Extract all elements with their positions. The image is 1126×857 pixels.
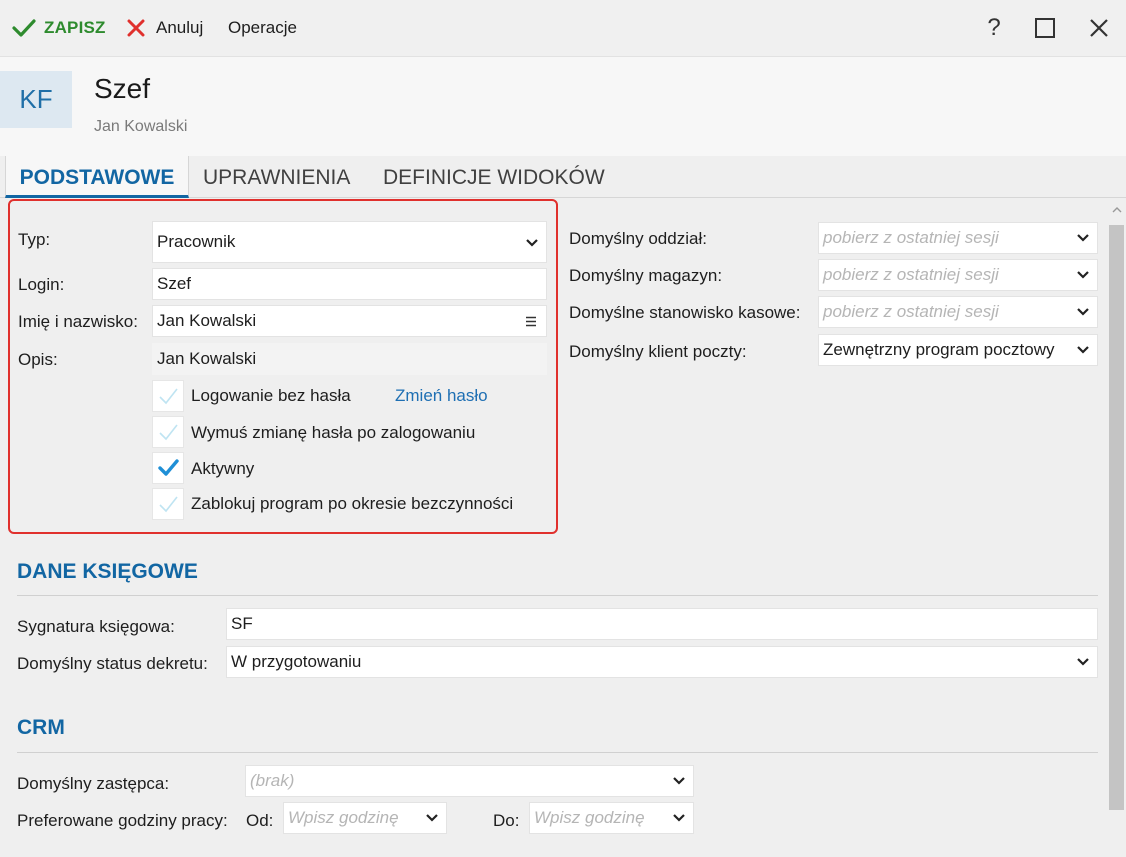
maximize-button[interactable] <box>1031 14 1059 42</box>
hamburger-icon[interactable] <box>525 316 537 327</box>
deputy-select[interactable]: (brak) <box>245 765 694 797</box>
to-hour-select[interactable]: Wpisz godzinę <box>529 802 694 834</box>
close-x-icon <box>127 19 145 37</box>
cancel-button[interactable]: Anuluj <box>126 16 203 40</box>
checkmark-icon <box>158 459 179 476</box>
from-hour-placeholder: Wpisz godzinę <box>288 808 399 827</box>
default-warehouse-placeholder: pobierz z ostatniej sesji <box>823 265 999 284</box>
chevron-down-icon <box>673 777 685 785</box>
type-label: Typ: <box>18 230 51 249</box>
checkbox-label: Logowanie bez hasła <box>191 386 351 405</box>
tab-bar: PODSTAWOWE UPRAWNIENIA DEFINICJE WIDOKÓW <box>0 156 1126 198</box>
checkbox-label: Zablokuj program po okresie bezczynności <box>191 494 514 513</box>
login-value: Szef <box>157 274 192 293</box>
tab-definicje-widokow[interactable]: DEFINICJE WIDOKÓW <box>383 156 605 198</box>
from-label: Od: <box>246 811 274 830</box>
default-warehouse-label: Domyślny magazyn: <box>569 266 723 285</box>
tab-uprawnienia[interactable]: UPRAWNIENIA <box>203 156 350 198</box>
section-title-crm: CRM <box>17 716 65 739</box>
login-label: Login: <box>18 275 65 294</box>
toolbar: ZAPISZ Anuluj Operacje ? <box>0 0 1126 57</box>
checkmark-light-icon <box>159 496 178 513</box>
operations-label: Operacje <box>228 18 297 37</box>
scroll-up-arrow-icon[interactable] <box>1111 204 1123 216</box>
description-value: Jan Kowalski <box>157 349 257 368</box>
name-input[interactable]: Jan Kowalski <box>152 305 547 337</box>
default-till-label: Domyślne stanowisko kasowe: <box>569 303 801 322</box>
checkbox-lock-on-idle[interactable] <box>152 488 184 520</box>
record-header: KF Szef Jan Kowalski <box>0 57 1126 156</box>
checkbox-label: Wymuś zmianę hasła po zalogowaniu <box>191 423 476 442</box>
decree-status-value: W przygotowaniu <box>231 652 362 671</box>
checkbox-force-password-change[interactable] <box>152 416 184 448</box>
change-password-link[interactable]: Zmień hasło <box>395 386 488 406</box>
chevron-down-icon <box>1077 234 1089 242</box>
name-label: Imię i nazwisko: <box>18 312 138 331</box>
save-label: ZAPISZ <box>44 18 106 37</box>
from-hour-select[interactable]: Wpisz godzinę <box>283 802 447 834</box>
tab-podstawowe[interactable]: PODSTAWOWE <box>5 156 189 198</box>
close-window-button[interactable] <box>1085 14 1113 42</box>
signature-value: SF <box>231 614 253 633</box>
help-icon: ? <box>987 14 1001 41</box>
description-field: Jan Kowalski <box>152 343 547 375</box>
chevron-down-icon <box>526 239 538 247</box>
work-hours-label: Preferowane godziny pracy: <box>17 811 228 830</box>
checkbox-label: Aktywny <box>191 459 255 478</box>
chevron-down-icon <box>1077 308 1089 316</box>
maximize-icon <box>1035 18 1055 38</box>
signature-input[interactable]: SF <box>226 608 1098 640</box>
chevron-down-icon <box>673 814 685 822</box>
description-label: Opis: <box>18 350 58 369</box>
login-input[interactable]: Szef <box>152 268 547 300</box>
page-title: Szef <box>94 73 151 104</box>
to-label: Do: <box>493 811 520 830</box>
help-button[interactable]: ? <box>980 14 1008 42</box>
operations-menu[interactable]: Operacje <box>228 16 297 40</box>
deputy-placeholder: (brak) <box>250 771 295 790</box>
chevron-down-icon <box>1077 346 1089 354</box>
default-till-select[interactable]: pobierz z ostatniej sesji <box>818 296 1098 328</box>
default-branch-select[interactable]: pobierz z ostatniej sesji <box>818 222 1098 254</box>
avatar: KF <box>0 71 72 128</box>
default-mail-client-value: Zewnętrzny program pocztowy <box>823 340 1055 359</box>
name-value: Jan Kowalski <box>157 311 257 330</box>
section-divider <box>17 595 1098 596</box>
scrollbar-thumb[interactable] <box>1109 225 1124 810</box>
chevron-down-icon <box>426 814 438 822</box>
section-title-accounting: DANE KSIĘGOWE <box>17 560 198 583</box>
type-select[interactable]: Pracownik <box>152 221 547 263</box>
close-icon <box>1090 19 1108 37</box>
default-branch-placeholder: pobierz z ostatniej sesji <box>823 228 999 247</box>
decree-status-select[interactable]: W przygotowaniu <box>226 646 1098 678</box>
default-mail-client-select[interactable]: Zewnętrzny program pocztowy <box>818 334 1098 366</box>
checkmark-light-icon <box>159 424 178 441</box>
decree-status-label: Domyślny status dekretu: <box>17 654 208 673</box>
type-value: Pracownik <box>157 232 236 251</box>
page-subtitle: Jan Kowalski <box>94 118 188 135</box>
checkbox-login-without-password[interactable] <box>152 380 184 412</box>
save-button[interactable]: ZAPISZ <box>12 16 106 40</box>
cancel-label: Anuluj <box>156 18 204 37</box>
chevron-down-icon <box>1077 658 1089 666</box>
checkmark-icon <box>12 19 36 37</box>
chevron-down-icon <box>1077 271 1089 279</box>
signature-label: Sygnatura księgowa: <box>17 617 175 636</box>
deputy-label: Domyślny zastępca: <box>17 774 170 793</box>
default-mail-client-label: Domyślny klient poczty: <box>569 342 747 361</box>
default-branch-label: Domyślny oddział: <box>569 229 707 248</box>
default-till-placeholder: pobierz z ostatniej sesji <box>823 302 999 321</box>
checkmark-light-icon <box>159 388 178 405</box>
default-warehouse-select[interactable]: pobierz z ostatniej sesji <box>818 259 1098 291</box>
section-divider <box>17 752 1098 753</box>
to-hour-placeholder: Wpisz godzinę <box>534 808 645 827</box>
checkbox-active[interactable] <box>152 452 184 484</box>
